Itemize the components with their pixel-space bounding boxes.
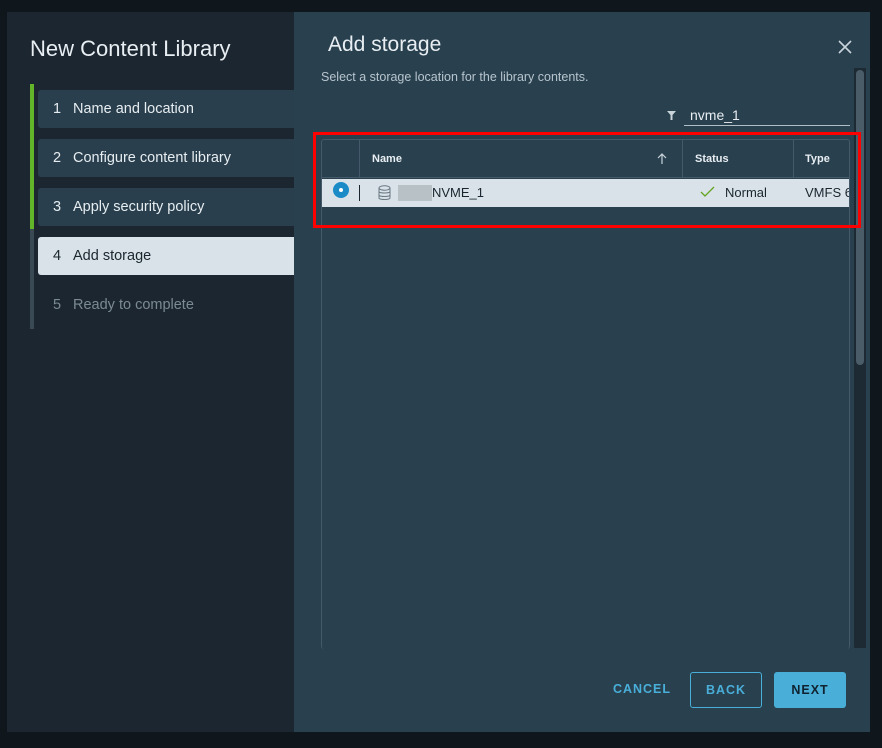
step-label: Add storage	[73, 248, 152, 264]
step-label: Configure content library	[73, 150, 231, 166]
step-apply-security-policy[interactable]: 3 Apply security policy	[38, 188, 294, 226]
step-number: 4	[53, 248, 62, 264]
new-content-library-dialog: New Content Library 1 Name and location 2…	[7, 12, 870, 732]
step-number: 2	[53, 150, 62, 166]
step-number: 1	[53, 101, 62, 117]
step-configure-content-library[interactable]: 2 Configure content library	[38, 139, 294, 177]
close-icon[interactable]	[836, 38, 854, 56]
step-ready-to-complete: 5 Ready to complete	[38, 286, 294, 324]
step-add-storage[interactable]: 4 Add storage	[38, 237, 294, 275]
step-number: 3	[53, 199, 62, 215]
step-name-and-location[interactable]: 1 Name and location	[38, 90, 294, 128]
page-subtitle: Select a storage location for the librar…	[321, 70, 589, 84]
wizard-content: Add storage Select a storage location fo…	[294, 12, 870, 732]
page-title: Add storage	[328, 33, 442, 56]
step-label: Ready to complete	[73, 297, 194, 313]
wizard-title: New Content Library	[30, 36, 231, 61]
filter-value: nvme_1	[690, 107, 740, 123]
progress-bar	[30, 84, 34, 329]
highlight-annotation	[313, 132, 861, 228]
step-label: Name and location	[73, 101, 194, 117]
step-label: Apply security policy	[73, 199, 205, 215]
filter-input[interactable]: nvme_1	[684, 104, 850, 126]
wizard-sidebar: New Content Library 1 Name and location 2…	[7, 12, 294, 732]
cancel-button[interactable]: CANCEL	[602, 672, 682, 708]
back-button[interactable]: BACK	[690, 672, 762, 708]
step-number: 5	[53, 297, 62, 313]
next-button[interactable]: NEXT	[774, 672, 846, 708]
filter-icon	[667, 111, 676, 120]
